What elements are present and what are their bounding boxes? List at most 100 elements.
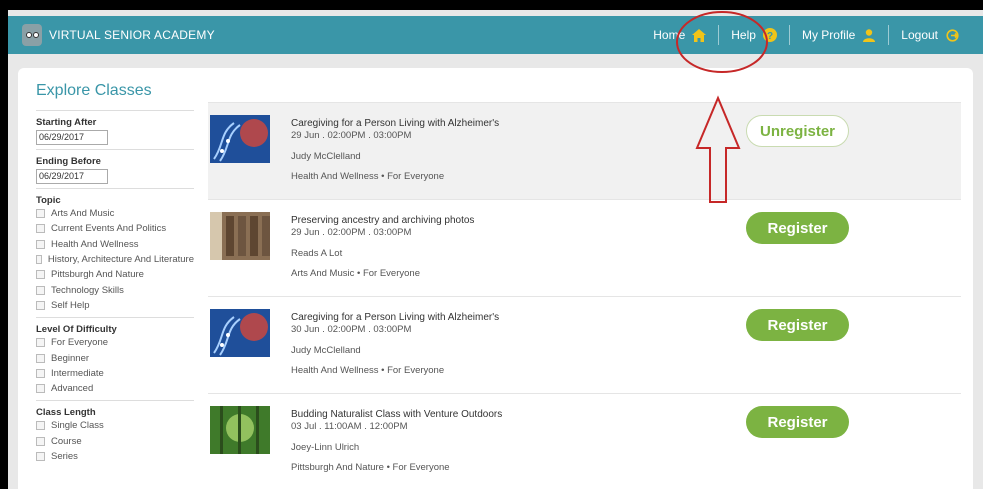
nav-logout-label: Logout <box>901 28 938 42</box>
nav-help[interactable]: Help ? <box>719 16 789 54</box>
top-navbar: VIRTUAL SENIOR ACADEMY Home Help ? My Pr… <box>8 16 983 54</box>
filter-sidebar: Starting After 06/29/2017 Ending Before … <box>36 110 194 464</box>
ending-before-input[interactable]: 06/29/2017 <box>36 169 108 184</box>
topic-option[interactable]: History, Architecture And Literature <box>36 252 194 267</box>
register-button[interactable]: Register <box>746 406 849 438</box>
unregister-button[interactable]: Unregister <box>746 115 849 147</box>
class-length-label: Class Length <box>36 407 96 419</box>
checkbox[interactable] <box>36 239 45 249</box>
difficulty-options: For Everyone Beginner Intermediate Advan… <box>36 335 194 396</box>
class-title[interactable]: Caregiving for a Person Living with Alzh… <box>291 311 499 324</box>
option-label: Series <box>51 451 78 462</box>
nav-profile-label: My Profile <box>801 28 856 42</box>
checkbox[interactable] <box>36 452 45 461</box>
difficulty-option[interactable]: For Everyone <box>36 335 194 350</box>
register-button[interactable]: Register <box>746 212 849 244</box>
class-info: Preserving ancestry and archiving photos… <box>291 214 474 280</box>
checkbox[interactable] <box>36 285 45 295</box>
ending-before-label: Ending Before <box>36 156 101 167</box>
checkbox[interactable] <box>36 255 42 265</box>
class-leader: Judy McClelland <box>291 345 361 357</box>
brand[interactable]: VIRTUAL SENIOR ACADEMY <box>22 24 215 46</box>
checkbox[interactable] <box>36 224 45 234</box>
topic-option[interactable]: Current Events And Politics <box>36 221 194 236</box>
topic-option[interactable]: Self Help <box>36 298 194 313</box>
class-meta: Health And Wellness • For Everyone <box>291 364 445 376</box>
class-leader: Reads A Lot <box>291 248 343 260</box>
option-label: History, Architecture And Literature <box>47 254 194 266</box>
app-frame: VIRTUAL SENIOR ACADEMY Home Help ? My Pr… <box>8 10 983 489</box>
option-label: Advanced <box>51 383 94 395</box>
class-title[interactable]: Preserving ancestry and archiving photos <box>291 214 474 227</box>
class-thumbnail <box>210 406 270 454</box>
register-button[interactable]: Register <box>746 309 849 341</box>
difficulty-option[interactable]: Intermediate <box>36 366 194 381</box>
class-length-options: Single Class Course Series <box>36 418 194 464</box>
help-icon: ? <box>762 28 777 42</box>
class-row[interactable]: Caregiving for a Person Living with Alzh… <box>208 297 961 394</box>
class-info: Caregiving for a Person Living with Alzh… <box>291 311 499 377</box>
topic-option[interactable]: Health And Wellness <box>36 237 194 252</box>
nav-my-profile[interactable]: My Profile <box>790 16 888 54</box>
owl-logo-icon <box>22 24 42 46</box>
length-option[interactable]: Single Class <box>36 418 194 433</box>
checkbox[interactable] <box>36 368 45 378</box>
page-title: Explore Classes <box>36 82 152 99</box>
user-icon <box>862 28 876 42</box>
class-row[interactable]: Caregiving for a Person Living with Alzh… <box>208 102 961 200</box>
option-label: Course <box>51 435 82 447</box>
topic-option[interactable]: Pittsburgh And Nature <box>36 267 194 282</box>
difficulty-option[interactable]: Advanced <box>36 381 194 396</box>
class-time: 29 Jun . 02:00PM . 03:00PM <box>291 130 412 141</box>
checkbox[interactable] <box>36 384 45 394</box>
class-title[interactable]: Caregiving for a Person Living with Alzh… <box>291 117 499 130</box>
class-row[interactable]: Preserving ancestry and archiving photos… <box>208 200 961 297</box>
brand-name: VIRTUAL SENIOR ACADEMY <box>49 28 215 42</box>
divider <box>36 188 194 189</box>
option-label: Arts And Music <box>51 208 115 220</box>
checkbox[interactable] <box>36 338 45 348</box>
checkbox[interactable] <box>36 436 45 446</box>
nav-home-label: Home <box>653 28 686 42</box>
length-option[interactable]: Series <box>36 449 194 464</box>
option-label: For Everyone <box>51 337 109 349</box>
topic-option[interactable]: Technology Skills <box>36 282 194 297</box>
option-label: Self Help <box>51 299 90 311</box>
difficulty-label: Level Of Difficulty <box>36 324 117 336</box>
checkbox[interactable] <box>36 209 45 219</box>
length-option[interactable]: Course <box>36 434 194 449</box>
divider <box>36 317 194 319</box>
class-row[interactable]: Budding Naturalist Class with Venture Ou… <box>208 394 961 489</box>
checkbox[interactable] <box>36 270 45 280</box>
class-leader: Judy McClelland <box>291 151 361 163</box>
divider <box>36 149 194 150</box>
option-label: Health And Wellness <box>51 238 139 250</box>
class-thumbnail <box>210 212 270 260</box>
svg-text:?: ? <box>767 31 773 42</box>
difficulty-option[interactable]: Beginner <box>36 350 194 365</box>
starting-after-input[interactable]: 06/29/2017 <box>36 130 108 145</box>
logout-icon <box>945 28 959 42</box>
topic-label: Topic <box>36 195 61 206</box>
class-leader: Joey-Linn Ulrich <box>291 442 360 454</box>
checkbox[interactable] <box>36 353 45 363</box>
topic-options: Arts And Music Current Events And Politi… <box>36 206 194 313</box>
nav-logout[interactable]: Logout <box>889 16 971 54</box>
checkbox[interactable] <box>36 300 45 310</box>
class-time: 29 Jun . 02:00PM . 03:00PM <box>291 227 412 238</box>
class-thumbnail <box>210 115 270 163</box>
checkbox[interactable] <box>36 421 45 431</box>
nav-help-label: Help <box>731 28 756 42</box>
nav-home[interactable]: Home <box>641 16 718 54</box>
class-title[interactable]: Budding Naturalist Class with Venture Ou… <box>291 408 502 421</box>
class-meta: Pittsburgh And Nature • For Everyone <box>291 461 450 473</box>
divider <box>36 110 194 111</box>
option-label: Intermediate <box>51 367 104 379</box>
main-nav: Home Help ? My Profile Logout <box>641 16 971 54</box>
class-meta: Arts And Music • For Everyone <box>291 267 420 279</box>
option-label: Pittsburgh And Nature <box>51 269 144 281</box>
option-label: Technology Skills <box>51 284 124 296</box>
option-label: Beginner <box>51 352 90 364</box>
topic-option[interactable]: Arts And Music <box>36 206 194 221</box>
class-info: Budding Naturalist Class with Venture Ou… <box>291 408 502 474</box>
